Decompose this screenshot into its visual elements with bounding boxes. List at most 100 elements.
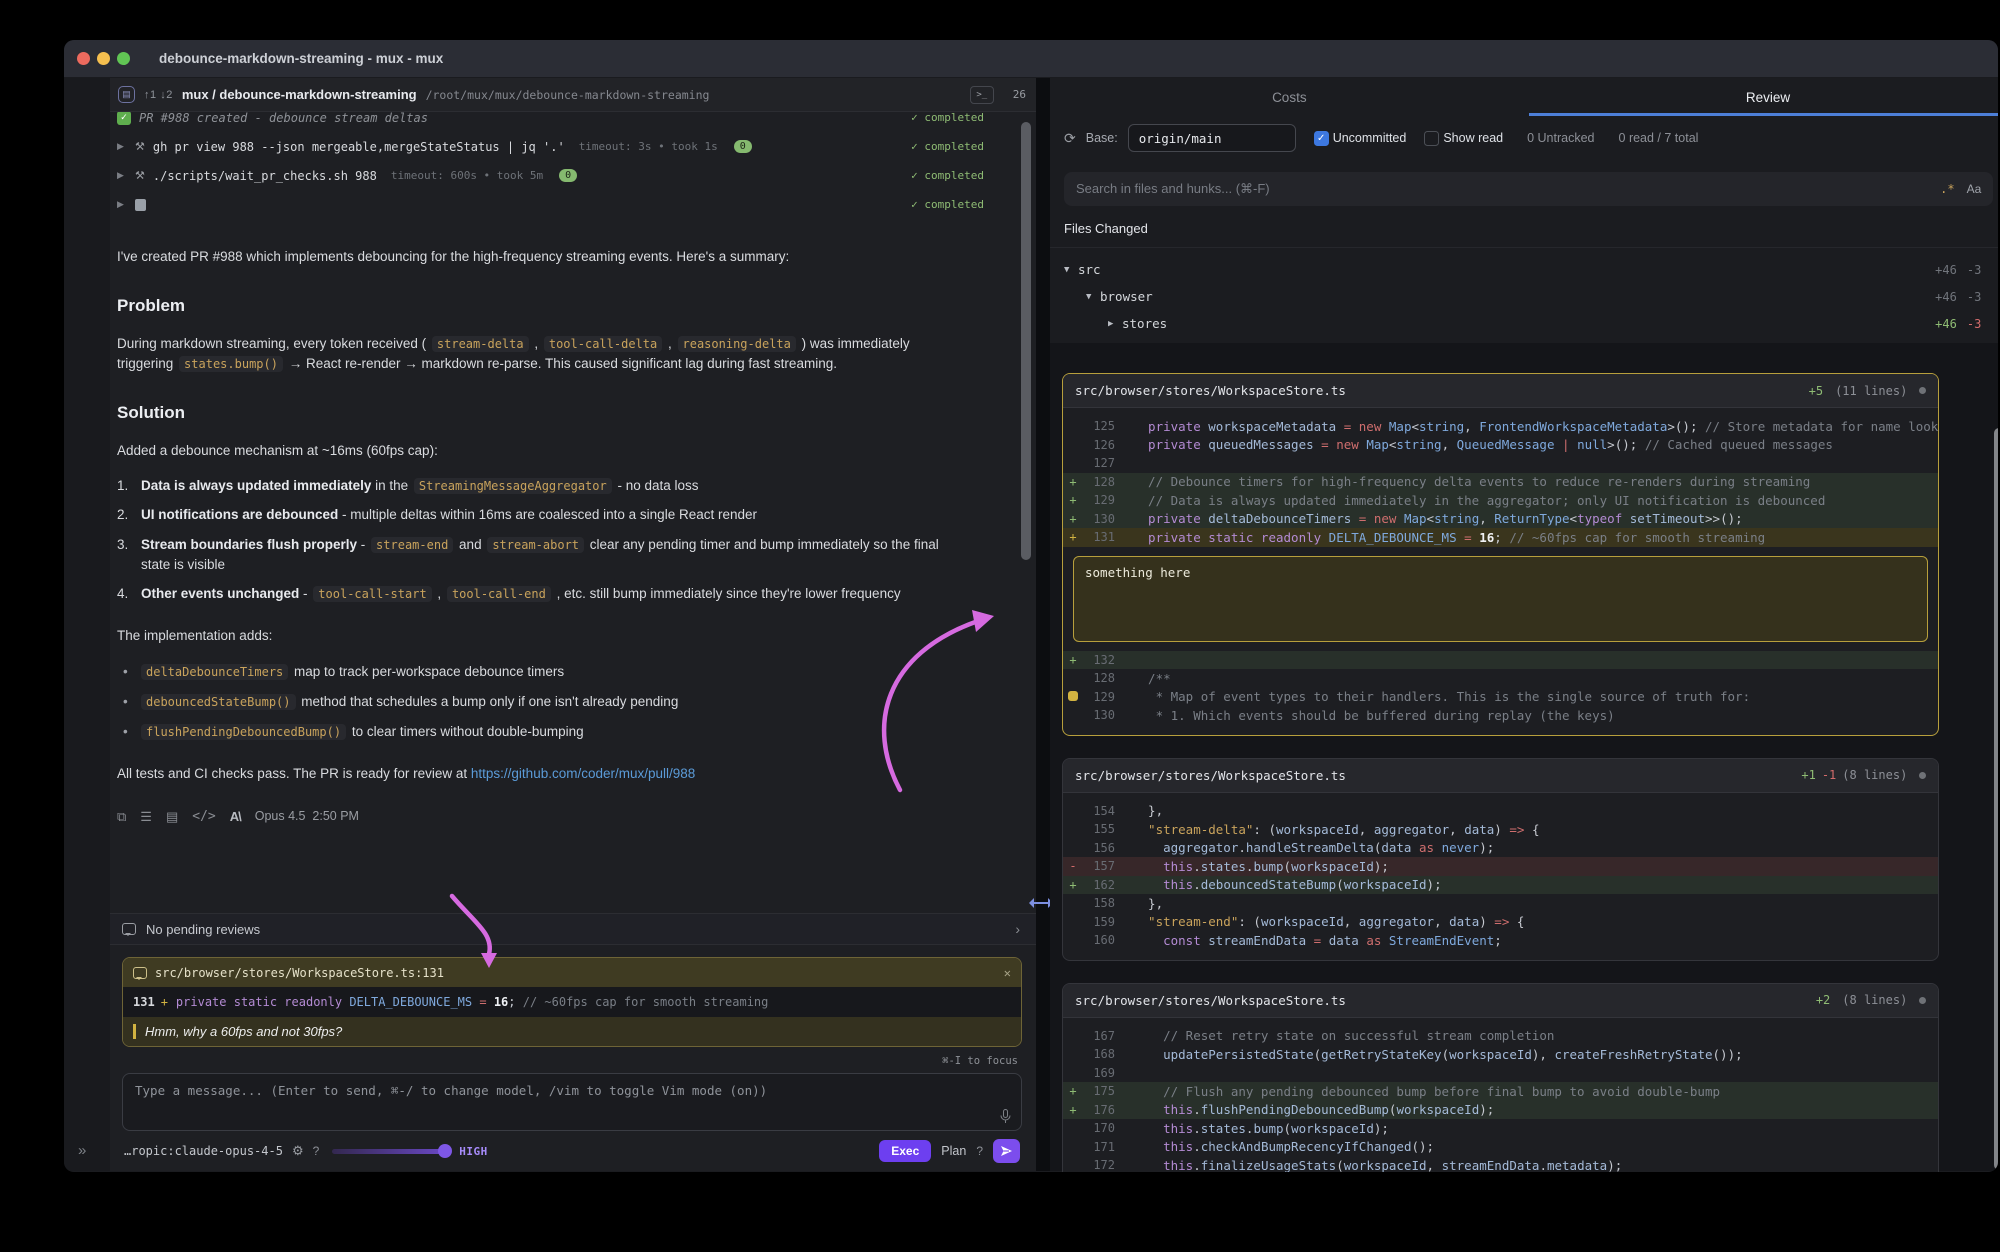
diff-card-header[interactable]: src/browser/stores/WorkspaceStore.ts+5(1… — [1063, 374, 1938, 408]
tree-row-src[interactable]: ▼src+46-3 — [1050, 256, 1998, 283]
gear-icon[interactable]: ⚙ — [292, 1143, 304, 1159]
inline-comment-editor[interactable]: something here — [1073, 556, 1928, 642]
files-changed-heading: Files Changed — [1050, 206, 1998, 245]
review-scrollbar[interactable] — [1994, 428, 1998, 1170]
attached-review-comment: src/browser/stores/WorkspaceStore.ts:131… — [122, 957, 1022, 1047]
diff-line[interactable]: +131 private static readonly DELTA_DEBOU… — [1063, 528, 1938, 547]
tree-row-stores[interactable]: ▶stores+46-3 — [1050, 310, 1998, 337]
diff-file-path: src/browser/stores/WorkspaceStore.ts — [1075, 768, 1346, 783]
diff-line[interactable]: 169 — [1063, 1064, 1938, 1083]
case-toggle[interactable]: Aa — [1967, 182, 1982, 196]
tab-review[interactable]: Review — [1529, 78, 1998, 116]
diff-line[interactable]: 160 const streamEndData = data as Stream… — [1063, 931, 1938, 950]
diff-line[interactable]: 127 — [1063, 454, 1938, 473]
comment-marker-icon[interactable] — [1068, 691, 1078, 701]
untracked-count: 0 Untracked — [1527, 131, 1594, 145]
microphone-icon[interactable] — [1000, 1109, 1011, 1124]
diff-line[interactable]: +130 private deltaDebounceTimers = new M… — [1063, 510, 1938, 529]
expand-icon[interactable]: ▶ — [117, 141, 127, 152]
diff-line[interactable]: 170 this.states.bump(workspaceId); — [1063, 1119, 1938, 1138]
tree-arrow-icon[interactable]: ▼ — [1064, 265, 1078, 275]
regex-toggle[interactable]: .* — [1940, 182, 1954, 196]
unread-dot-icon — [1919, 997, 1926, 1004]
tab-costs[interactable]: Costs — [1050, 78, 1529, 116]
inline-code: stream-delta — [432, 336, 529, 352]
slider-knob[interactable] — [438, 1144, 452, 1158]
zoom-window-button[interactable] — [117, 52, 130, 65]
pr-link[interactable]: https://github.com/coder/mux/pull/988 — [471, 766, 695, 781]
file-icon — [135, 199, 146, 211]
diff-line[interactable]: 171 this.checkAndBumpRecencyIfChanged(); — [1063, 1138, 1938, 1157]
message-footer: ⧉ ☰ ▤ </> A\ Opus 4.5 2:50 PM — [117, 807, 984, 827]
search-input[interactable]: Search in files and hunks... (⌘-F) .* Aa — [1064, 172, 1993, 206]
solution-item: 1.Data is always updated immediately in … — [117, 476, 967, 496]
tree-arrow-icon[interactable]: ▶ — [1108, 319, 1122, 329]
uncommitted-checkbox[interactable]: ✓Uncommitted — [1306, 131, 1407, 146]
tree-row-browser[interactable]: ▼browser+46-3 — [1050, 283, 1998, 310]
chat-scrollbar[interactable] — [1021, 122, 1031, 560]
checkbox-icon[interactable]: ✓ — [1314, 131, 1329, 146]
close-window-button[interactable] — [77, 52, 90, 65]
task-row[interactable]: ✓PR #988 created - debounce stream delta… — [117, 112, 984, 132]
diff-line[interactable]: 168 updatePersistedState(getRetryStateKe… — [1063, 1045, 1938, 1064]
diff-line[interactable]: 125 private workspaceMetadata = new Map<… — [1063, 417, 1938, 436]
checkbox-icon[interactable] — [1424, 131, 1439, 146]
commit-ahead-behind: ↑1 ↓2 — [144, 89, 173, 101]
diff-line[interactable]: 167 // Reset retry state on successful s… — [1063, 1027, 1938, 1046]
attached-comment-header[interactable]: src/browser/stores/WorkspaceStore.ts:131… — [123, 958, 1021, 987]
diff-line[interactable]: +129 // Data is always updated immediate… — [1063, 491, 1938, 510]
diff-line[interactable]: 129 * Map of event types to their handle… — [1063, 688, 1938, 707]
task-row[interactable]: ▶✓ completed — [117, 190, 984, 219]
diff-line[interactable]: 172 this.finalizeUsageStats(workspaceId,… — [1063, 1156, 1938, 1172]
project-breadcrumb[interactable]: mux / debounce-markdown-streaming — [182, 87, 417, 102]
task-row[interactable]: ▶⚒./scripts/wait_pr_checks.sh 988timeout… — [117, 161, 984, 190]
panel-divider[interactable] — [1036, 78, 1050, 1171]
refresh-icon[interactable]: ⟳ — [1064, 130, 1076, 147]
diff-line[interactable]: -157 this.states.bump(workspaceId); — [1063, 857, 1938, 876]
code-icon[interactable]: </> — [192, 807, 215, 827]
exit-code-badge: 0 — [559, 169, 577, 182]
expand-icon[interactable]: ▶ — [117, 199, 127, 210]
diff-line[interactable]: +162 this.debouncedStateBump(workspaceId… — [1063, 876, 1938, 895]
thinking-level-slider[interactable] — [332, 1149, 450, 1154]
minimize-window-button[interactable] — [97, 52, 110, 65]
window-title: debounce-markdown-streaming - mux - mux — [159, 51, 443, 66]
task-row[interactable]: ▶⚒gh pr view 988 --json mergeable,mergeS… — [117, 132, 984, 161]
diff-line[interactable]: 158 }, — [1063, 894, 1938, 913]
expand-sidebar-button[interactable]: » — [78, 1142, 86, 1159]
diff-line[interactable]: +175 // Flush any pending debounced bump… — [1063, 1082, 1938, 1101]
model-selector[interactable]: …ropic:claude-opus-4-5 — [124, 1144, 283, 1158]
diff-line[interactable]: 159 "stream-end": (workspaceId, aggregat… — [1063, 913, 1938, 932]
inline-code: reasoning-delta — [678, 336, 796, 352]
diff-card-header[interactable]: src/browser/stores/WorkspaceStore.ts+1-1… — [1063, 759, 1938, 793]
send-button[interactable] — [993, 1139, 1020, 1163]
diff-line[interactable]: +176 this.flushPendingDebouncedBump(work… — [1063, 1101, 1938, 1120]
exec-mode-button[interactable]: Exec — [879, 1140, 931, 1162]
diff-line[interactable]: +132 — [1063, 651, 1938, 670]
diff-icon[interactable]: ☰ — [140, 807, 152, 827]
chevron-right-icon[interactable]: › — [1015, 921, 1020, 937]
expand-icon[interactable]: ▶ — [117, 170, 127, 181]
close-icon[interactable]: ✕ — [1004, 966, 1011, 980]
plan-mode-button[interactable]: Plan — [941, 1144, 966, 1158]
diff-line[interactable]: 155 "stream-delta": (workspaceId, aggreg… — [1063, 820, 1938, 839]
show-read-checkbox[interactable]: Show read — [1416, 131, 1503, 146]
pending-reviews-bar[interactable]: No pending reviews › — [110, 913, 1036, 945]
document-icon[interactable]: ▤ — [166, 807, 178, 827]
diff-line-count: (8 lines) — [1842, 768, 1907, 782]
diff-card: src/browser/stores/WorkspaceStore.ts+1-1… — [1062, 758, 1939, 961]
diff-line[interactable]: 154 }, — [1063, 802, 1938, 821]
unread-dot-icon — [1919, 387, 1926, 394]
diff-line[interactable]: 156 aggregator.handleStreamDelta(data as… — [1063, 839, 1938, 858]
scroll-line-badge: 26 — [1013, 88, 1026, 101]
diff-line[interactable]: 126 private queuedMessages = new Map<str… — [1063, 436, 1938, 455]
tree-arrow-icon[interactable]: ▼ — [1086, 292, 1100, 302]
diff-line[interactable]: +128 // Debounce timers for high-frequen… — [1063, 473, 1938, 492]
terminal-button[interactable]: >_ — [970, 86, 994, 104]
base-branch-input[interactable]: origin/main — [1128, 124, 1296, 152]
diff-line[interactable]: 130 * 1. Which events should be buffered… — [1063, 706, 1938, 725]
message-input[interactable]: Type a message... (Enter to send, ⌘-/ to… — [122, 1073, 1022, 1131]
copy-icon[interactable]: ⧉ — [117, 807, 126, 827]
diff-line[interactable]: 128 /** — [1063, 669, 1938, 688]
diff-card-header[interactable]: src/browser/stores/WorkspaceStore.ts+2(8… — [1063, 984, 1938, 1018]
